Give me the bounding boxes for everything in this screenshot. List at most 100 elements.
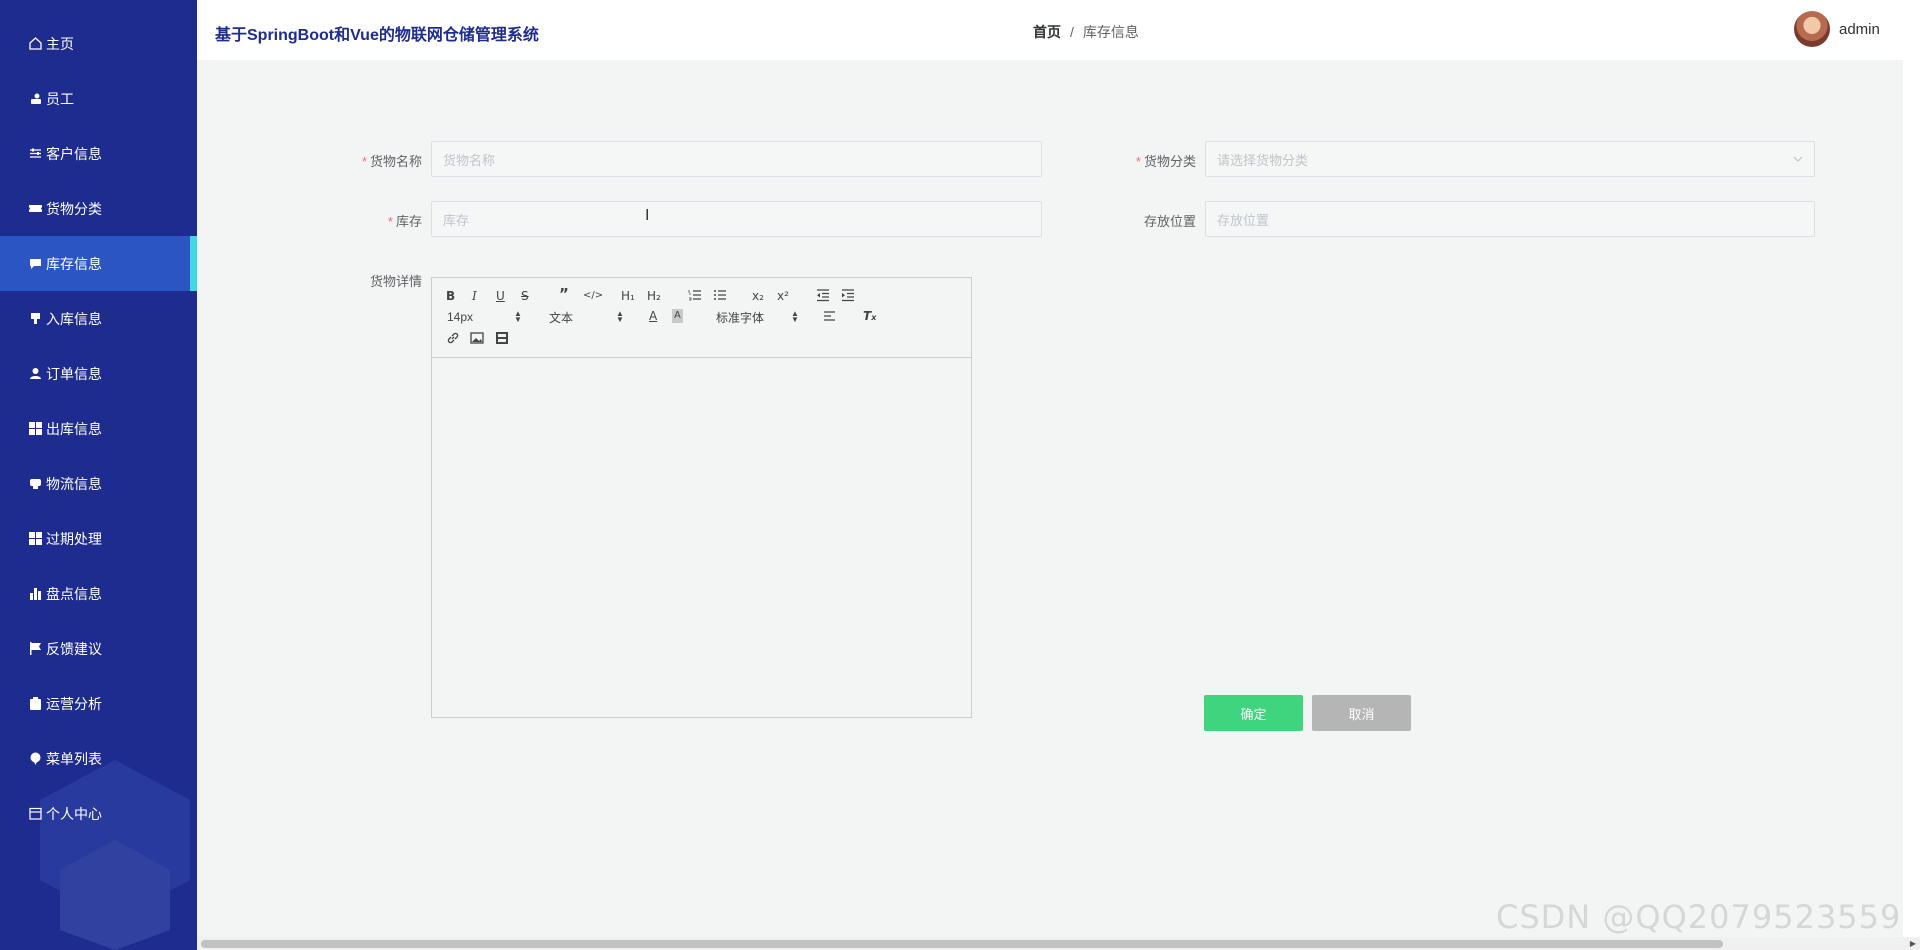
stock-label: * 库存 [387, 214, 422, 229]
sidebar-item-label: 库存信息 [46, 255, 102, 272]
avatar[interactable] [1794, 11, 1830, 47]
strikethrough-icon[interactable]: S [521, 289, 529, 303]
sidebar-item-label: 运营分析 [46, 695, 102, 712]
clear-format-icon[interactable]: Tx [863, 309, 876, 325]
sidebar-item-customers[interactable]: 客户信息 [0, 126, 197, 181]
flag-icon [29, 642, 42, 655]
sidebar-item-label: 盘点信息 [46, 585, 102, 602]
breadcrumb-current: 库存信息 [1082, 24, 1139, 40]
sidebar-item-label: 员工 [46, 90, 74, 107]
sidebar-item-label: 入库信息 [46, 310, 102, 327]
sidebar-item-expired[interactable]: 过期处理 [0, 511, 197, 566]
user-group-icon [29, 92, 42, 105]
location-input[interactable]: 存放位置 [1205, 201, 1815, 237]
breadcrumb-home-link[interactable]: 首页 [1033, 22, 1061, 42]
grid-icon [29, 422, 42, 435]
heading-2-icon[interactable]: H₂ [647, 289, 661, 303]
sidebar-item-outbound[interactable]: 出库信息 [0, 401, 197, 456]
category-label: * 货物分类 [1135, 154, 1196, 169]
confirm-button[interactable]: 确定 [1204, 695, 1303, 731]
editor-toolbar: B I U S ” </> H₁ H₂ x₂ x² 14px ▲ ▼ 文本 ▲ ▼ … [432, 278, 971, 358]
updown-arrow-icon: ▲ ▼ [616, 309, 624, 324]
font-size-select[interactable]: 14px [447, 310, 473, 324]
link-icon[interactable] [446, 331, 460, 348]
sidebar-item-label: 过期处理 [46, 530, 102, 547]
ticket-icon [29, 202, 42, 215]
subscript-icon[interactable]: x₂ [752, 289, 764, 303]
grid-icon [29, 532, 42, 545]
sidebar-item-staff[interactable]: 员工 [0, 71, 197, 126]
updown-arrow-icon: ▲ ▼ [514, 309, 522, 324]
sidebar-item-feedback[interactable]: 反馈建议 [0, 621, 197, 676]
pin-icon [29, 752, 42, 765]
download-icon [29, 312, 42, 325]
watermark: CSDN @QQ2079523559 [1496, 898, 1902, 936]
sidebar-item-label: 反馈建议 [46, 640, 102, 657]
sidebar-item-analytics[interactable]: 运营分析 [0, 676, 197, 731]
top-header: 基于SpringBoot和Vue的物联网仓储管理系统 首页 / 库存信息 adm… [197, 0, 1920, 60]
sidebar-item-inbound[interactable]: 入库信息 [0, 291, 197, 346]
indent-icon[interactable] [841, 288, 855, 305]
superscript-icon[interactable]: x² [777, 289, 789, 303]
font-family-select[interactable]: 标准字体 [716, 309, 764, 326]
breadcrumb-separator: / [1070, 24, 1074, 40]
sidebar-item-menu-list[interactable]: 菜单列表 [0, 731, 197, 786]
sidebar-item-label: 出库信息 [46, 420, 102, 437]
sidebar-item-stocktake[interactable]: 盘点信息 [0, 566, 197, 621]
outdent-icon[interactable] [816, 288, 830, 305]
underline-icon[interactable]: U [496, 289, 505, 303]
horizontal-scrollbar[interactable]: ▶ [197, 937, 1920, 950]
font-color-icon[interactable]: A [649, 309, 657, 323]
sidebar-item-label: 客户信息 [46, 145, 102, 162]
sidebar-item-orders[interactable]: 订单信息 [0, 346, 197, 401]
header-select[interactable]: 文本 [549, 309, 573, 326]
message-icon [29, 477, 42, 490]
app-title: 基于SpringBoot和Vue的物联网仓储管理系统 [215, 27, 539, 44]
code-block-icon[interactable]: </> [583, 289, 603, 303]
video-icon[interactable] [495, 331, 509, 348]
scrollbar-thumb[interactable] [201, 940, 1723, 948]
username[interactable]: admin [1839, 21, 1880, 38]
italic-icon[interactable]: I [472, 289, 477, 303]
sidebar-item-label: 货物分类 [46, 200, 102, 217]
scroll-right-arrow-icon[interactable]: ▶ [1910, 939, 1916, 948]
clipboard-icon [29, 697, 42, 710]
sidebar-item-categories[interactable]: 货物分类 [0, 181, 197, 236]
sidebar-item-profile[interactable]: 个人中心 [0, 786, 197, 841]
bold-icon[interactable]: B [446, 289, 455, 303]
bullet-list-icon[interactable] [713, 288, 727, 305]
text-cursor-icon: I [645, 207, 650, 224]
image-icon[interactable] [470, 331, 484, 348]
sidebar-item-label: 个人中心 [46, 805, 102, 822]
updown-arrow-icon: ▲ ▼ [791, 309, 799, 324]
sidebar-item-logistics[interactable]: 物流信息 [0, 456, 197, 511]
chevron-down-icon [1793, 156, 1803, 162]
bar-chart-icon [29, 587, 42, 600]
goods-name-label: * 货物名称 [361, 154, 422, 169]
goods-name-input[interactable]: 货物名称 [431, 141, 1042, 177]
sidebar-item-home[interactable]: 主页 [0, 16, 197, 71]
location-label: 存放位置 [1143, 214, 1196, 229]
blockquote-icon[interactable]: ” [559, 287, 569, 302]
home-icon [29, 37, 42, 50]
align-left-icon[interactable] [823, 309, 837, 326]
rich-text-editor: B I U S ” </> H₁ H₂ x₂ x² 14px ▲ ▼ 文本 ▲ ▼ … [431, 277, 972, 718]
sidebar-item-label: 菜单列表 [46, 750, 102, 767]
ordered-list-icon[interactable] [688, 288, 702, 305]
sidebar-item-label: 主页 [46, 35, 74, 52]
sliders-icon [29, 147, 42, 160]
detail-label: 货物详情 [369, 274, 422, 289]
heading-1-icon[interactable]: H₁ [621, 289, 635, 303]
background-color-icon[interactable]: A [672, 309, 683, 323]
stock-input[interactable]: 库存 [431, 201, 1042, 237]
editor-content-area[interactable] [432, 358, 971, 717]
sidebar-item-label: 物流信息 [46, 475, 102, 492]
breadcrumb: 首页 / 库存信息 [1033, 22, 1139, 42]
category-select[interactable]: 请选择货物分类 [1205, 141, 1815, 177]
vertical-scrollbar[interactable] [1903, 0, 1920, 937]
calendar-icon [29, 807, 42, 820]
person-icon [29, 367, 42, 380]
cancel-button[interactable]: 取消 [1312, 695, 1411, 731]
sidebar: 主页 员工 客户信息 货物分类 库存信息 入库信息 订单信息 出库信息 物流信息… [0, 0, 197, 950]
sidebar-item-inventory[interactable]: 库存信息 [0, 236, 197, 291]
